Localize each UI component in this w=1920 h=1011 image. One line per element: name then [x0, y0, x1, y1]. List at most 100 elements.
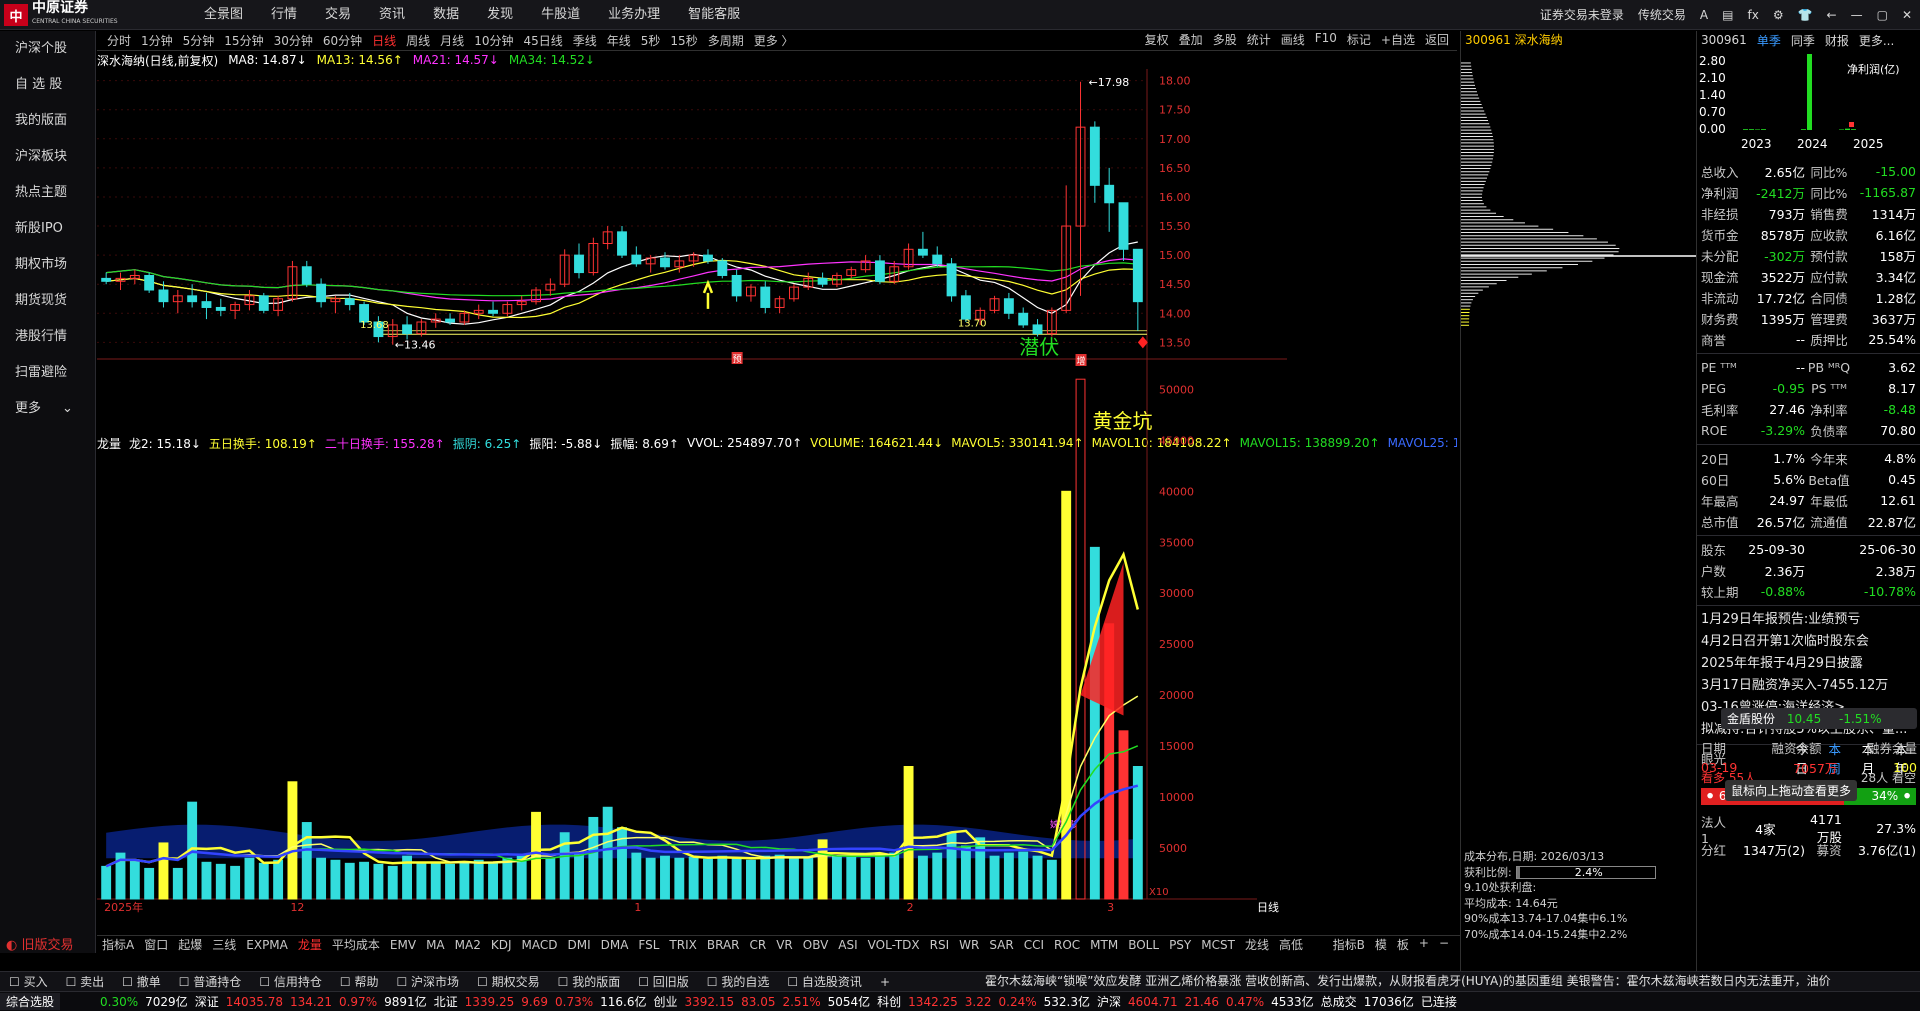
- indicator-right-1[interactable]: 模: [1375, 936, 1387, 953]
- top-control-10[interactable]: ✕: [1902, 0, 1912, 30]
- indicator-tab-6[interactable]: 平均成本: [332, 936, 380, 953]
- bottom-tool-2[interactable]: ☐ 撤单: [122, 973, 161, 990]
- candle[interactable]: [187, 295, 198, 303]
- candle[interactable]: [731, 274, 742, 297]
- volume-bar[interactable]: [989, 855, 1000, 900]
- indicator-tab-14[interactable]: FSL: [638, 938, 659, 952]
- volume-bar[interactable]: [760, 855, 771, 900]
- news-ticker[interactable]: 霍尔木兹海峡“锁喉”效应发酵 亚洲乙烯价格暴涨 营收创新高、发行出爆款，从财报看…: [985, 972, 1920, 989]
- fund-tab-3[interactable]: 更多...: [1859, 32, 1894, 49]
- period-tab-6[interactable]: 日线: [372, 32, 396, 49]
- volume-bar[interactable]: [889, 852, 900, 900]
- tool-button-5[interactable]: F10: [1315, 31, 1337, 48]
- indicator-tab-21[interactable]: VOL-TDX: [868, 938, 920, 952]
- top-control-6[interactable]: 👕: [1798, 0, 1813, 30]
- candle[interactable]: [1132, 248, 1143, 303]
- indicator-tab-24[interactable]: SAR: [989, 938, 1013, 952]
- sidebar-item-9[interactable]: 扫雷避险: [0, 355, 95, 391]
- menu-item-4[interactable]: 数据: [419, 0, 473, 30]
- indicator-tab-25[interactable]: CCI: [1024, 938, 1044, 952]
- bottom-tool-10[interactable]: ☐ 我的自选: [707, 973, 770, 990]
- volume-bar[interactable]: [129, 859, 140, 900]
- bottom-tool-12[interactable]: +: [880, 975, 890, 989]
- candle[interactable]: [817, 277, 828, 285]
- menu-item-7[interactable]: 业务办理: [594, 0, 674, 30]
- candle[interactable]: [1032, 324, 1043, 335]
- volume-bar[interactable]: [803, 857, 814, 900]
- candle[interactable]: [258, 295, 269, 311]
- period-tab-9[interactable]: 10分钟: [474, 32, 513, 49]
- volume-bar[interactable]: [846, 856, 857, 900]
- candle[interactable]: [960, 295, 971, 320]
- tool-button-0[interactable]: 复权: [1145, 31, 1169, 48]
- period-tab-11[interactable]: 季线: [573, 32, 597, 49]
- volume-bar[interactable]: [172, 867, 183, 900]
- indicator-tab-2[interactable]: 起爆: [178, 936, 202, 953]
- volume-bar[interactable]: [316, 857, 327, 900]
- volume-bar[interactable]: [359, 861, 370, 900]
- indicator-tab-17[interactable]: CR: [750, 938, 767, 952]
- sidebar-item-1[interactable]: 自 选 股: [0, 67, 95, 103]
- candle[interactable]: [445, 318, 455, 323]
- indicator-tab-29[interactable]: PSY: [1169, 938, 1191, 952]
- menu-item-8[interactable]: 智能客服: [674, 0, 754, 30]
- indicator-tab-18[interactable]: VR: [776, 938, 793, 952]
- indicator-tab-31[interactable]: 龙线: [1245, 936, 1269, 953]
- status-item-0[interactable]: 综合选股: [0, 993, 61, 1010]
- candle[interactable]: [703, 254, 713, 262]
- volume-bar[interactable]: [516, 855, 527, 900]
- bottom-tool-11[interactable]: ☐ 自选股资讯: [787, 973, 862, 990]
- candle[interactable]: [574, 254, 584, 274]
- volume-bar[interactable]: [215, 863, 226, 900]
- bottom-tool-3[interactable]: ☐ 普通持仓: [179, 973, 242, 990]
- indicator-tab-22[interactable]: RSI: [930, 938, 950, 952]
- indicator-tab-5[interactable]: 龙量: [298, 936, 322, 953]
- candle[interactable]: [101, 277, 112, 282]
- candle[interactable]: [344, 298, 355, 306]
- volume-bar[interactable]: [1003, 852, 1014, 900]
- period-tab-15[interactable]: 多周期: [708, 32, 744, 49]
- watch-popup[interactable]: 金盾股份 10.45 -1.51%: [1721, 708, 1917, 729]
- candle[interactable]: [617, 231, 627, 256]
- tool-button-6[interactable]: 标记: [1347, 31, 1371, 48]
- top-control-8[interactable]: —: [1851, 0, 1863, 30]
- bottom-tool-8[interactable]: ☐ 我的版面: [558, 973, 621, 990]
- top-control-1[interactable]: 传统交易: [1638, 0, 1686, 30]
- volume-bar[interactable]: [660, 855, 670, 900]
- period-tab-5[interactable]: 60分钟: [323, 32, 362, 49]
- top-control-4[interactable]: fx: [1747, 0, 1758, 30]
- indicator-tab-11[interactable]: MACD: [521, 938, 557, 952]
- bottom-tool-9[interactable]: ☐ 回旧版: [638, 973, 689, 990]
- volume-bar[interactable]: [917, 855, 928, 900]
- indicator-tab-30[interactable]: MCST: [1201, 938, 1235, 952]
- bottom-tool-7[interactable]: ☐ 期权交易: [477, 973, 540, 990]
- volume-bar[interactable]: [287, 781, 298, 900]
- indicator-tab-26[interactable]: ROC: [1054, 938, 1080, 952]
- volume-bar[interactable]: [1018, 851, 1029, 900]
- volume-bar[interactable]: [975, 837, 986, 900]
- candle[interactable]: [760, 286, 771, 308]
- volume-bar[interactable]: [373, 863, 384, 900]
- indicator-tab-4[interactable]: EXPMA: [246, 938, 288, 952]
- candle[interactable]: [488, 309, 498, 314]
- candle[interactable]: [660, 257, 670, 268]
- period-tab-14[interactable]: 15秒: [670, 32, 697, 49]
- volume-bar[interactable]: [903, 766, 914, 900]
- candle[interactable]: [144, 274, 155, 291]
- candle[interactable]: [201, 301, 212, 308]
- indicator-tab-3[interactable]: 三线: [212, 936, 236, 953]
- bottom-tool-4[interactable]: ☐ 信用持仓: [259, 973, 322, 990]
- indicator-tab-8[interactable]: MA: [426, 938, 445, 952]
- volume-bar[interactable]: [201, 861, 212, 900]
- indicator-tab-7[interactable]: EMV: [390, 938, 416, 952]
- candle[interactable]: [215, 306, 226, 311]
- indicator-tab-16[interactable]: BRAR: [707, 938, 740, 952]
- candle[interactable]: [1104, 184, 1115, 204]
- sidebar-item-10[interactable]: 更多 ⌄: [0, 391, 95, 427]
- volume-bar[interactable]: [230, 865, 241, 900]
- volume-bar[interactable]: [488, 861, 498, 900]
- period-tab-4[interactable]: 30分钟: [274, 32, 313, 49]
- volume-bar[interactable]: [430, 861, 441, 900]
- bottom-tool-5[interactable]: ☐ 帮助: [340, 973, 379, 990]
- bottom-tool-6[interactable]: ☐ 沪深市场: [396, 973, 459, 990]
